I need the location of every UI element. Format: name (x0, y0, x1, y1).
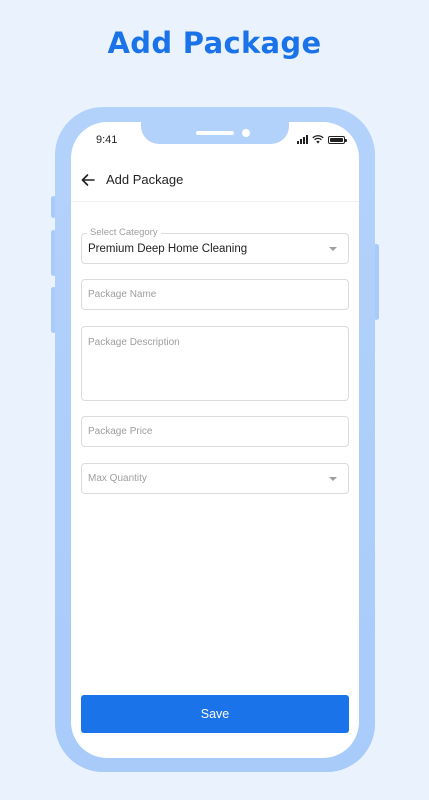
package-price-input[interactable]: Package Price (81, 416, 349, 447)
speaker-grille (196, 131, 234, 135)
phone-notch (141, 122, 289, 144)
caret-down-icon (329, 477, 337, 481)
package-price-placeholder: Package Price (88, 426, 153, 437)
status-icons (297, 135, 347, 144)
status-time: 9:41 (96, 134, 118, 146)
front-camera (242, 129, 250, 137)
page-title: Add Package (106, 172, 184, 187)
arrow-left-icon[interactable] (79, 171, 97, 189)
max-quantity-placeholder: Max Quantity (88, 473, 147, 484)
caret-down-icon (329, 247, 337, 251)
max-quantity-select[interactable]: Max Quantity (81, 463, 349, 494)
package-name-input[interactable]: Package Name (81, 279, 349, 310)
save-button[interactable]: Save (81, 695, 349, 733)
wifi-icon (312, 135, 324, 144)
category-label: Select Category (87, 227, 161, 238)
category-select[interactable]: Select Category Premium Deep Home Cleani… (81, 227, 349, 264)
phone-screen: 9:41 Add Package Select Category Premium… (71, 122, 359, 758)
battery-icon (328, 135, 347, 144)
package-name-placeholder: Package Name (88, 289, 157, 300)
app-bar: Add Package (71, 162, 359, 202)
package-description-placeholder: Package Description (88, 337, 180, 348)
package-description-input[interactable]: Package Description (81, 326, 349, 401)
category-value: Premium Deep Home Cleaning (88, 243, 248, 255)
hero-title: Add Package (107, 26, 322, 60)
signal-icon (297, 135, 308, 144)
